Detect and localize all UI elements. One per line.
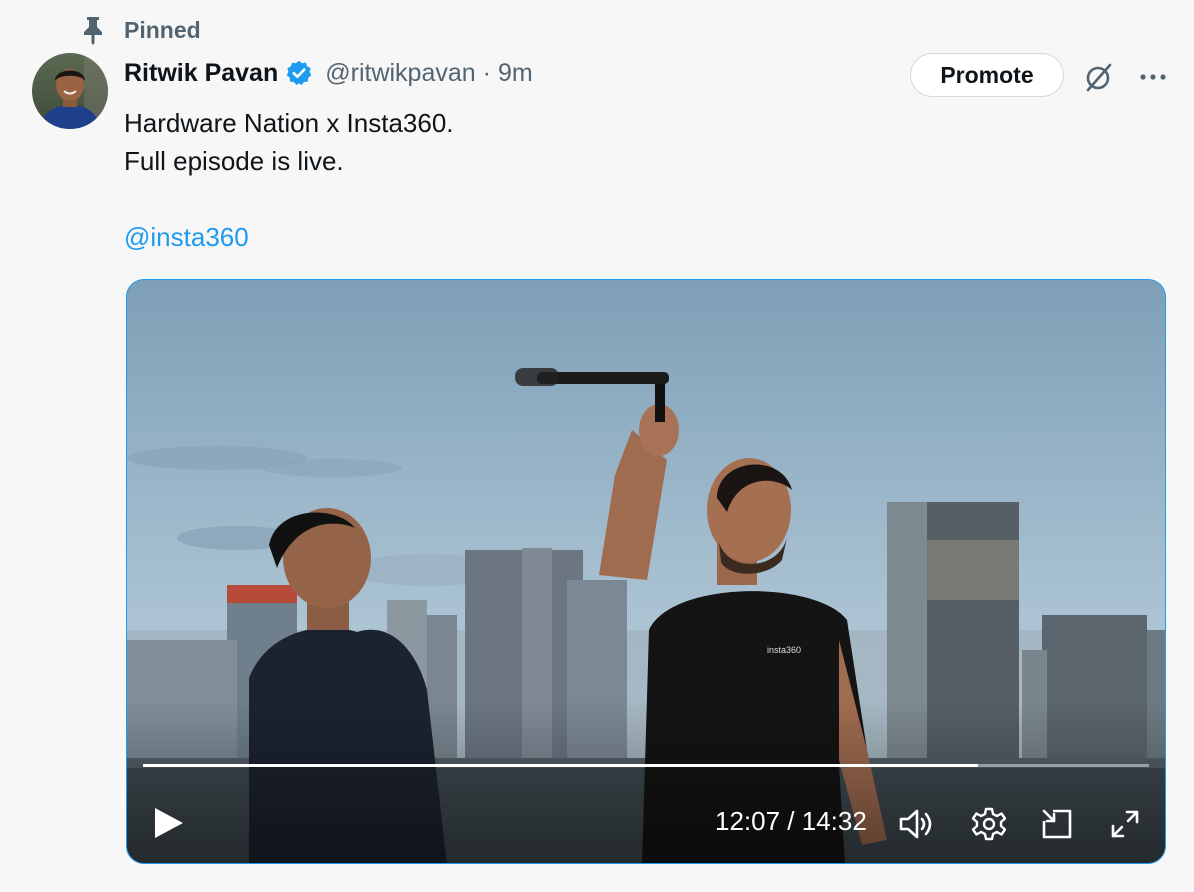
mention-link[interactable]: @insta360: [124, 218, 454, 256]
video-progress-bar[interactable]: [143, 764, 1149, 767]
video-time-readout: 12:07 / 14:32: [715, 806, 867, 836]
pinned-label: Pinned: [124, 16, 201, 43]
fullscreen-icon[interactable]: [1105, 804, 1145, 844]
pinned-indicator: Pinned: [78, 14, 201, 46]
picture-in-picture-icon[interactable]: [1037, 804, 1077, 844]
author-display-name[interactable]: Ritwik Pavan: [124, 59, 278, 88]
video-player[interactable]: insta360 12:07 / 14:32: [126, 279, 1166, 864]
settings-icon[interactable]: [969, 804, 1009, 844]
volume-icon[interactable]: [897, 804, 937, 844]
tweet-header: Ritwik Pavan @ritwikpavan · 9m: [124, 54, 533, 92]
tweet-text-line: Full episode is live.: [124, 146, 344, 176]
author-handle[interactable]: @ritwikpavan: [325, 59, 475, 88]
separator-dot: ·: [482, 58, 491, 87]
promote-button[interactable]: Promote: [910, 53, 1064, 97]
tweet-timestamp[interactable]: 9m: [498, 59, 533, 88]
tweet-text: Hardware Nation x Insta360. Full episode…: [124, 104, 454, 256]
tweet-text-line: Hardware Nation x Insta360.: [124, 108, 454, 138]
avatar[interactable]: [32, 53, 108, 129]
video-thumbnail[interactable]: insta360: [127, 280, 1166, 864]
video-controls: 12:07 / 14:32: [127, 780, 1165, 860]
video-progress-fill: [143, 764, 978, 767]
shirt-logo-text: insta360: [767, 645, 801, 655]
pin-icon: [78, 14, 108, 46]
pinned-tweet[interactable]: Pinned Ritwik Pavan @ritwikpavan · 9m Pr…: [0, 0, 1194, 892]
verified-badge-icon[interactable]: [285, 59, 313, 87]
grok-icon[interactable]: [1080, 58, 1118, 96]
play-icon[interactable]: [153, 806, 185, 840]
more-icon[interactable]: [1134, 58, 1172, 96]
